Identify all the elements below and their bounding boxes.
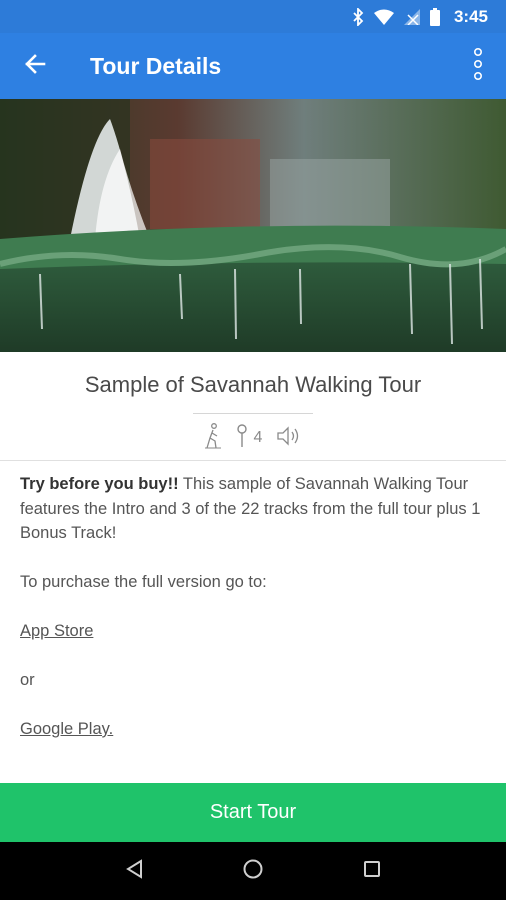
page-title: Tour Details	[90, 52, 222, 79]
tour-description: Try before you buy!! This sample of Sava…	[20, 472, 490, 766]
battery-icon	[429, 7, 440, 26]
or-text: or	[20, 671, 35, 689]
no-signal-icon	[403, 8, 420, 25]
stops-count: 4	[236, 423, 263, 453]
section-divider	[0, 460, 506, 461]
nav-back-button[interactable]	[114, 851, 154, 891]
arrow-back-icon	[24, 53, 46, 80]
overflow-menu-button[interactable]	[450, 33, 506, 99]
start-tour-button[interactable]: Start Tour	[0, 783, 506, 842]
google-play-link[interactable]: Google Play.	[20, 720, 113, 738]
tour-hero-image	[0, 99, 506, 352]
tour-title: Sample of Savannah Walking Tour	[84, 372, 422, 397]
nav-back-icon	[125, 858, 143, 884]
nav-home-button[interactable]	[233, 851, 273, 891]
walking-icon	[204, 422, 222, 454]
back-button[interactable]	[0, 33, 70, 99]
stops-count-value: 4	[253, 429, 263, 446]
fountain-photo	[0, 99, 506, 352]
system-nav-bar	[0, 842, 506, 900]
nav-recents-icon	[363, 860, 381, 883]
status-bar: 3:45	[0, 0, 506, 33]
more-vert-icon	[473, 47, 483, 85]
description-intro: Try before you buy!! This sample of Sava…	[20, 472, 490, 546]
app-bar: Tour Details	[0, 33, 506, 99]
purchase-text: To purchase the full version go to:	[20, 573, 267, 591]
wifi-icon	[373, 9, 394, 25]
location-pin-icon	[236, 423, 248, 453]
nav-recents-button[interactable]	[352, 851, 392, 891]
status-time: 3:45	[453, 6, 488, 26]
audio-icon	[276, 425, 302, 451]
title-divider	[193, 413, 313, 414]
bluetooth-icon	[352, 7, 364, 26]
tour-info-row: 4	[0, 422, 506, 454]
description-bold-lead: Try before you buy!!	[20, 475, 179, 493]
app-store-link[interactable]: App Store	[20, 622, 93, 640]
nav-home-icon	[242, 858, 264, 885]
